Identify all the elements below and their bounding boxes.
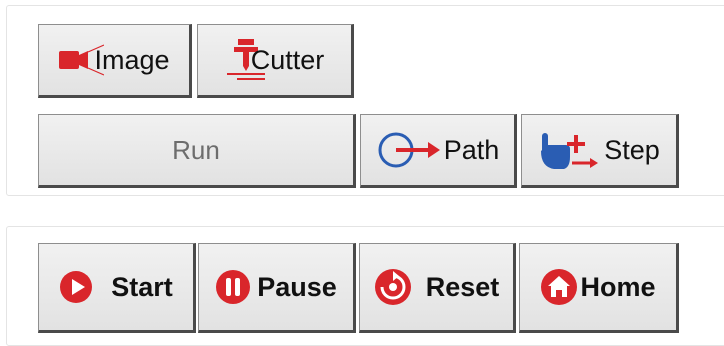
pause-button[interactable]: Pause <box>198 243 356 333</box>
start-button[interactable]: Start <box>38 243 196 333</box>
step-button[interactable]: Step <box>521 114 679 188</box>
reset-button[interactable]: Reset <box>359 243 516 333</box>
start-label: Start <box>111 271 173 302</box>
reset-icon <box>374 268 412 306</box>
home-icon <box>540 268 578 306</box>
path-label: Path <box>443 134 500 165</box>
pause-label: Pause <box>257 271 337 302</box>
run-label: Run <box>172 134 220 165</box>
play-icon <box>59 270 93 304</box>
run-button[interactable]: Run <box>38 114 356 188</box>
path-arrow-icon <box>376 130 442 170</box>
image-button[interactable]: Image <box>38 24 192 98</box>
reset-label: Reset <box>425 271 500 302</box>
home-button[interactable]: Home <box>519 243 679 333</box>
path-button[interactable]: Path <box>360 114 517 188</box>
cutter-label: Cutter <box>250 44 325 75</box>
cutter-button[interactable]: Cutter <box>197 24 354 98</box>
step-label: Step <box>604 134 660 165</box>
image-label: Image <box>94 44 170 75</box>
hand-plus-icon <box>538 127 599 173</box>
home-label: Home <box>580 271 656 302</box>
pause-icon <box>215 269 251 305</box>
